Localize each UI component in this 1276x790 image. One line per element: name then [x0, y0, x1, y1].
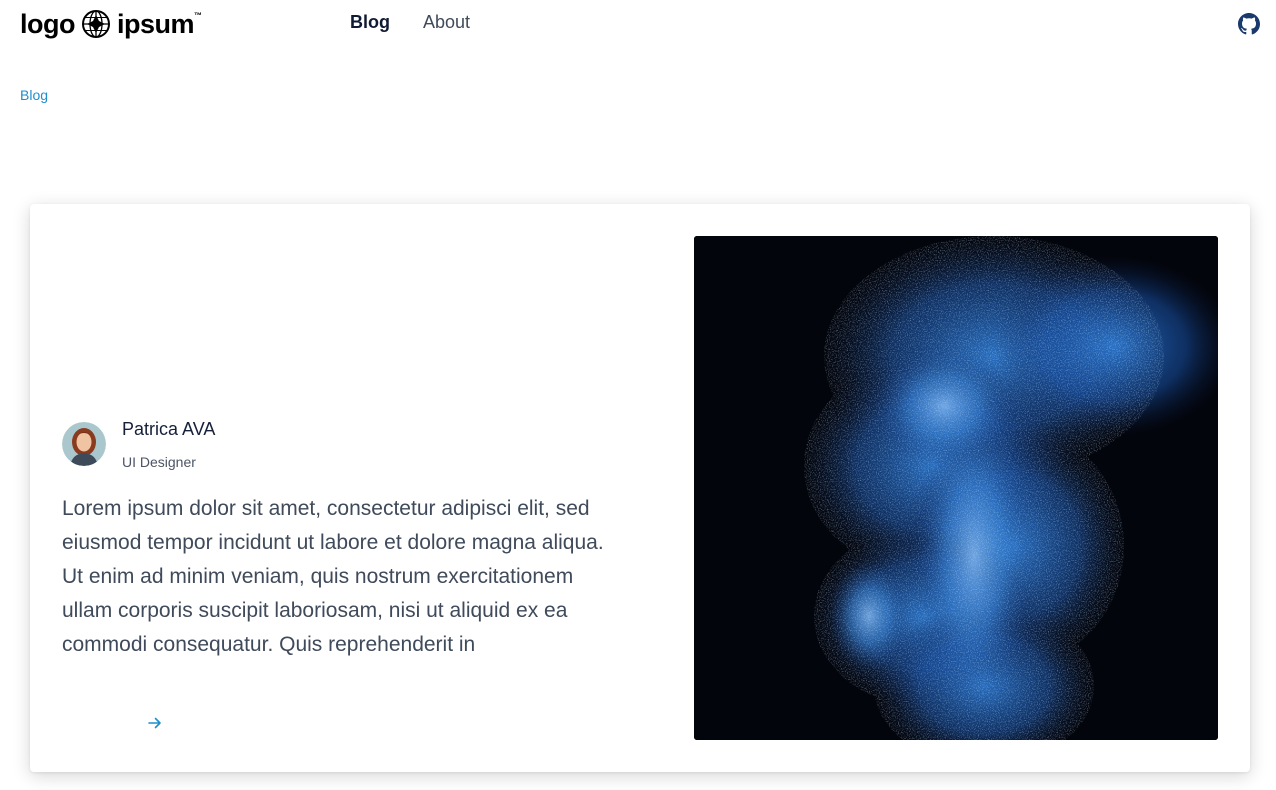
arrow-right-icon[interactable]: [146, 714, 164, 732]
logo-text-right: ipsum: [116, 8, 195, 39]
nav-blog-link[interactable]: Blog: [350, 12, 390, 33]
avatar: [62, 422, 106, 466]
logo[interactable]: logo ipsum ™: [20, 6, 202, 42]
post-excerpt: Lorem ipsum dolor sit amet, consectetur …: [62, 497, 604, 656]
logo-trademark: ™: [194, 10, 202, 20]
author-name: Patrica AVA: [122, 419, 216, 439]
globe-icon: [81, 10, 110, 38]
blog-post-card[interactable]: Patrica AVA UI Designer Lorem ipsum dolo…: [30, 204, 1250, 772]
hero-image: [694, 236, 1218, 740]
nav-about-link[interactable]: About: [423, 12, 470, 33]
site-header: logo ipsum ™ Blog About: [0, 0, 1276, 50]
breadcrumb[interactable]: Blog: [20, 87, 48, 103]
author-role: UI Designer: [122, 454, 196, 470]
github-icon[interactable]: [1238, 13, 1260, 35]
logo-text-left: logo: [20, 8, 75, 39]
